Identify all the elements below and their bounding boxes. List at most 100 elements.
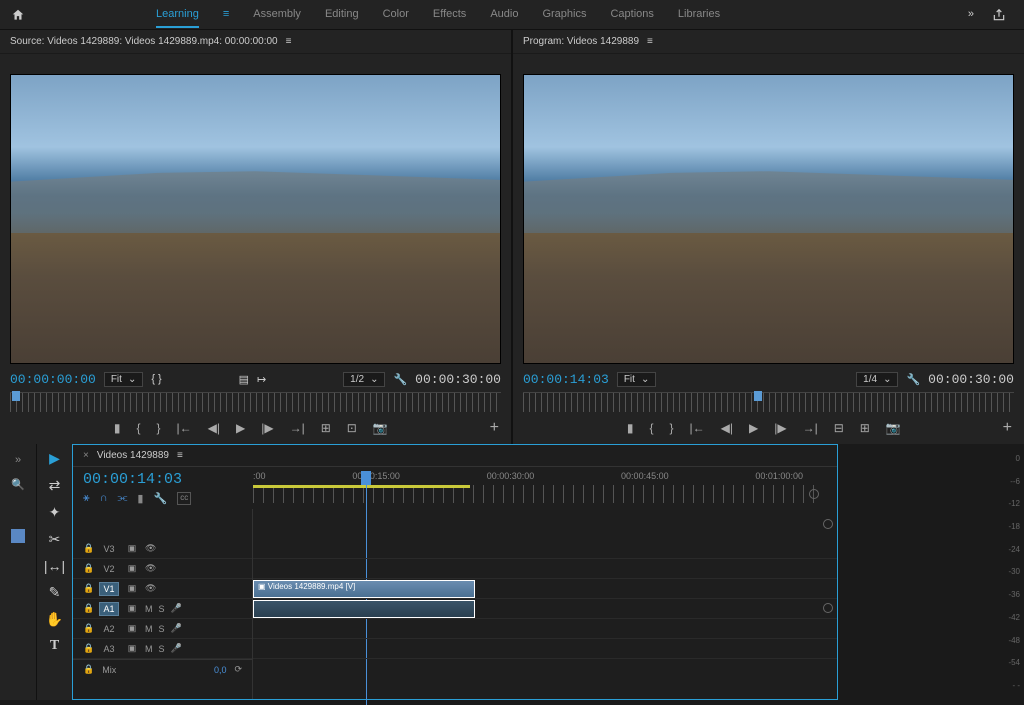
overwrite-icon[interactable]: ⊡ (347, 421, 357, 435)
go-in-icon[interactable]: |← (690, 421, 705, 435)
toggle-output-icon[interactable]: ▣ (125, 543, 139, 554)
tab-learning[interactable]: Learning (156, 2, 199, 28)
next-icon[interactable]: ↦ (257, 373, 266, 386)
tab-assembly[interactable]: Assembly (253, 2, 301, 28)
lift-icon[interactable]: ⊟ (834, 421, 844, 435)
eye-icon[interactable]: 👁 (145, 563, 156, 574)
program-ruler[interactable] (523, 392, 1014, 412)
mic-icon[interactable]: 🎤 (171, 623, 182, 634)
slip-tool-icon[interactable]: |↔| (44, 558, 65, 574)
source-zoom-dropdown[interactable]: 1/2⌄ (343, 372, 385, 387)
tab-audio[interactable]: Audio (490, 2, 518, 28)
tab-graphics[interactable]: Graphics (542, 2, 586, 28)
pen-tool-icon[interactable]: ✎ (49, 584, 61, 601)
track-head-a2[interactable]: 🔒A2▣MS🎤 (73, 619, 252, 639)
razor-tool-icon[interactable]: ✂ (49, 531, 61, 548)
mute-button[interactable]: M (145, 624, 153, 634)
mark-out-close-icon[interactable]: } (156, 421, 160, 435)
magnet-icon[interactable]: ∩ (100, 492, 108, 505)
ripple-tool-icon[interactable]: ✦ (49, 504, 61, 521)
sequence-name[interactable]: Videos 1429889 (97, 450, 169, 461)
toggle-output-icon[interactable]: ▣ (125, 643, 139, 654)
play-icon[interactable]: ▶ (236, 421, 245, 435)
track-head-a1[interactable]: 🔒A1▣MS🎤 (73, 599, 252, 619)
eye-icon[interactable]: 👁 (145, 543, 156, 554)
program-zoom-dropdown[interactable]: 1/4⌄ (856, 372, 898, 387)
solo-button[interactable]: S (159, 644, 165, 654)
clip-v1[interactable]: ▣ Videos 1429889.mp4 [V] (253, 580, 475, 598)
toggle-output-icon[interactable]: ▣ (125, 563, 139, 574)
program-fit-dropdown[interactable]: Fit⌄ (617, 372, 657, 387)
insert-icon[interactable]: ⊞ (321, 421, 331, 435)
source-timecode[interactable]: 00:00:00:00 (10, 372, 96, 387)
lock-icon[interactable]: 🔒 (83, 583, 93, 594)
lock-icon[interactable]: 🔒 (83, 603, 93, 614)
snap-icon[interactable]: ⚹ (83, 492, 90, 505)
marker-icon[interactable]: ▮ (137, 492, 143, 505)
type-tool-icon[interactable]: T (50, 638, 59, 654)
mark-out-close-icon[interactable]: } (669, 421, 673, 435)
swatch-1[interactable] (11, 503, 25, 517)
track-select-tool-icon[interactable]: ⇄ (49, 477, 61, 494)
mute-button[interactable]: M (145, 604, 153, 614)
mic-icon[interactable]: 🎤 (171, 643, 182, 654)
selection-tool-icon[interactable]: ▶ (49, 450, 60, 467)
timeline-timecode[interactable]: 00:00:14:03 (83, 471, 243, 488)
scroll-circle-icon[interactable] (823, 519, 833, 529)
workspace-menu-icon[interactable]: ≡ (223, 2, 229, 28)
wrench-icon[interactable]: 🔧 (906, 373, 920, 386)
linked-selection-icon[interactable]: ⫘ (118, 492, 128, 505)
mute-button[interactable]: M (145, 644, 153, 654)
toggle-output-icon[interactable]: ▣ (125, 623, 139, 634)
expand-icon[interactable]: » (15, 454, 21, 466)
track-head-v2[interactable]: 🔒V2▣👁 (73, 559, 252, 579)
track-head-v3[interactable]: 🔒V3▣👁 (73, 539, 252, 559)
panel-menu-icon[interactable]: ≡ (177, 450, 183, 461)
hand-tool-icon[interactable]: ✋ (46, 611, 63, 628)
step-forward-icon[interactable]: |▶ (774, 421, 786, 435)
eye-icon[interactable]: 👁 (145, 583, 156, 594)
play-icon[interactable]: ▶ (749, 421, 758, 435)
share-icon[interactable] (992, 8, 1006, 22)
settings-icon[interactable]: ▤ (239, 373, 249, 386)
mix-row[interactable]: 🔒Mix0,0⟳ (73, 659, 252, 679)
clip-a1[interactable] (253, 600, 475, 618)
step-back-icon[interactable]: ◀| (721, 421, 733, 435)
lock-icon[interactable]: 🔒 (83, 664, 94, 675)
program-timecode[interactable]: 00:00:14:03 (523, 372, 609, 387)
tab-captions[interactable]: Captions (610, 2, 653, 28)
toggle-output-icon[interactable]: ▣ (125, 583, 139, 594)
solo-button[interactable]: S (159, 624, 165, 634)
mark-in-icon[interactable]: ▮ (114, 421, 121, 435)
cc-icon[interactable]: cc (177, 492, 191, 505)
tab-effects[interactable]: Effects (433, 2, 466, 28)
extract-icon[interactable]: ⊞ (860, 421, 870, 435)
time-ruler[interactable]: :00 00:00:15:00 00:00:30:00 00:00:45:00 … (253, 471, 823, 485)
scroll-circle-icon[interactable] (823, 603, 833, 613)
mic-icon[interactable]: 🎤 (171, 603, 182, 614)
go-out-icon[interactable]: →| (803, 421, 818, 435)
source-fit-dropdown[interactable]: Fit⌄ (104, 372, 144, 387)
timeline-playhead[interactable] (361, 471, 371, 485)
settings-icon[interactable]: 🔧 (153, 492, 167, 505)
pan-icon[interactable]: ⟳ (234, 664, 242, 675)
step-forward-icon[interactable]: |▶ (261, 421, 273, 435)
swatch-2[interactable] (11, 529, 25, 543)
lock-icon[interactable]: 🔒 (83, 543, 93, 554)
track-content[interactable]: ▣ Videos 1429889.mp4 [V] (253, 509, 837, 699)
step-back-icon[interactable]: ◀| (208, 421, 220, 435)
close-icon[interactable]: × (83, 450, 89, 461)
export-frame-icon[interactable]: 📷 (886, 421, 901, 435)
lock-icon[interactable]: 🔒 (83, 563, 93, 574)
overflow-icon[interactable]: » (968, 8, 974, 22)
add-button-icon[interactable]: + (490, 419, 511, 437)
lock-icon[interactable]: 🔒 (83, 643, 93, 654)
source-playhead[interactable] (12, 391, 20, 401)
home-button[interactable] (0, 8, 36, 22)
source-ruler[interactable] (10, 392, 501, 412)
zoom-scroll-icon[interactable] (809, 489, 819, 499)
go-out-icon[interactable]: →| (290, 421, 305, 435)
lock-icon[interactable]: 🔒 (83, 623, 93, 634)
tab-color[interactable]: Color (383, 2, 409, 28)
bracket-icon[interactable]: { } (151, 373, 161, 385)
